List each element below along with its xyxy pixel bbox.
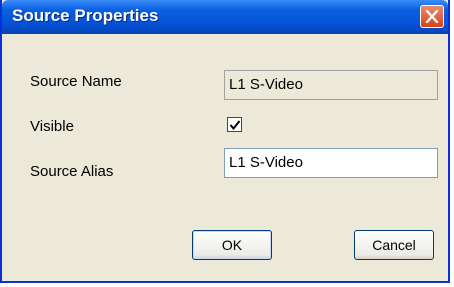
close-icon (425, 10, 439, 23)
ok-button[interactable]: OK (192, 230, 272, 260)
visible-checkbox[interactable] (227, 117, 242, 132)
close-button[interactable] (420, 5, 444, 28)
visible-label: Visible (30, 118, 74, 135)
cancel-button[interactable]: Cancel (354, 230, 434, 260)
source-name-field: L1 S-Video (224, 70, 438, 100)
source-properties-dialog: Source Properties Source Name L1 S-Video… (0, 0, 450, 283)
source-alias-label: Source Alias (30, 163, 114, 180)
source-name-label: Source Name (30, 73, 122, 90)
source-alias-input[interactable]: L1 S-Video (224, 148, 438, 178)
dialog-title: Source Properties (12, 6, 159, 25)
title-bar[interactable]: Source Properties (2, 0, 448, 34)
checkmark-icon (229, 120, 241, 131)
